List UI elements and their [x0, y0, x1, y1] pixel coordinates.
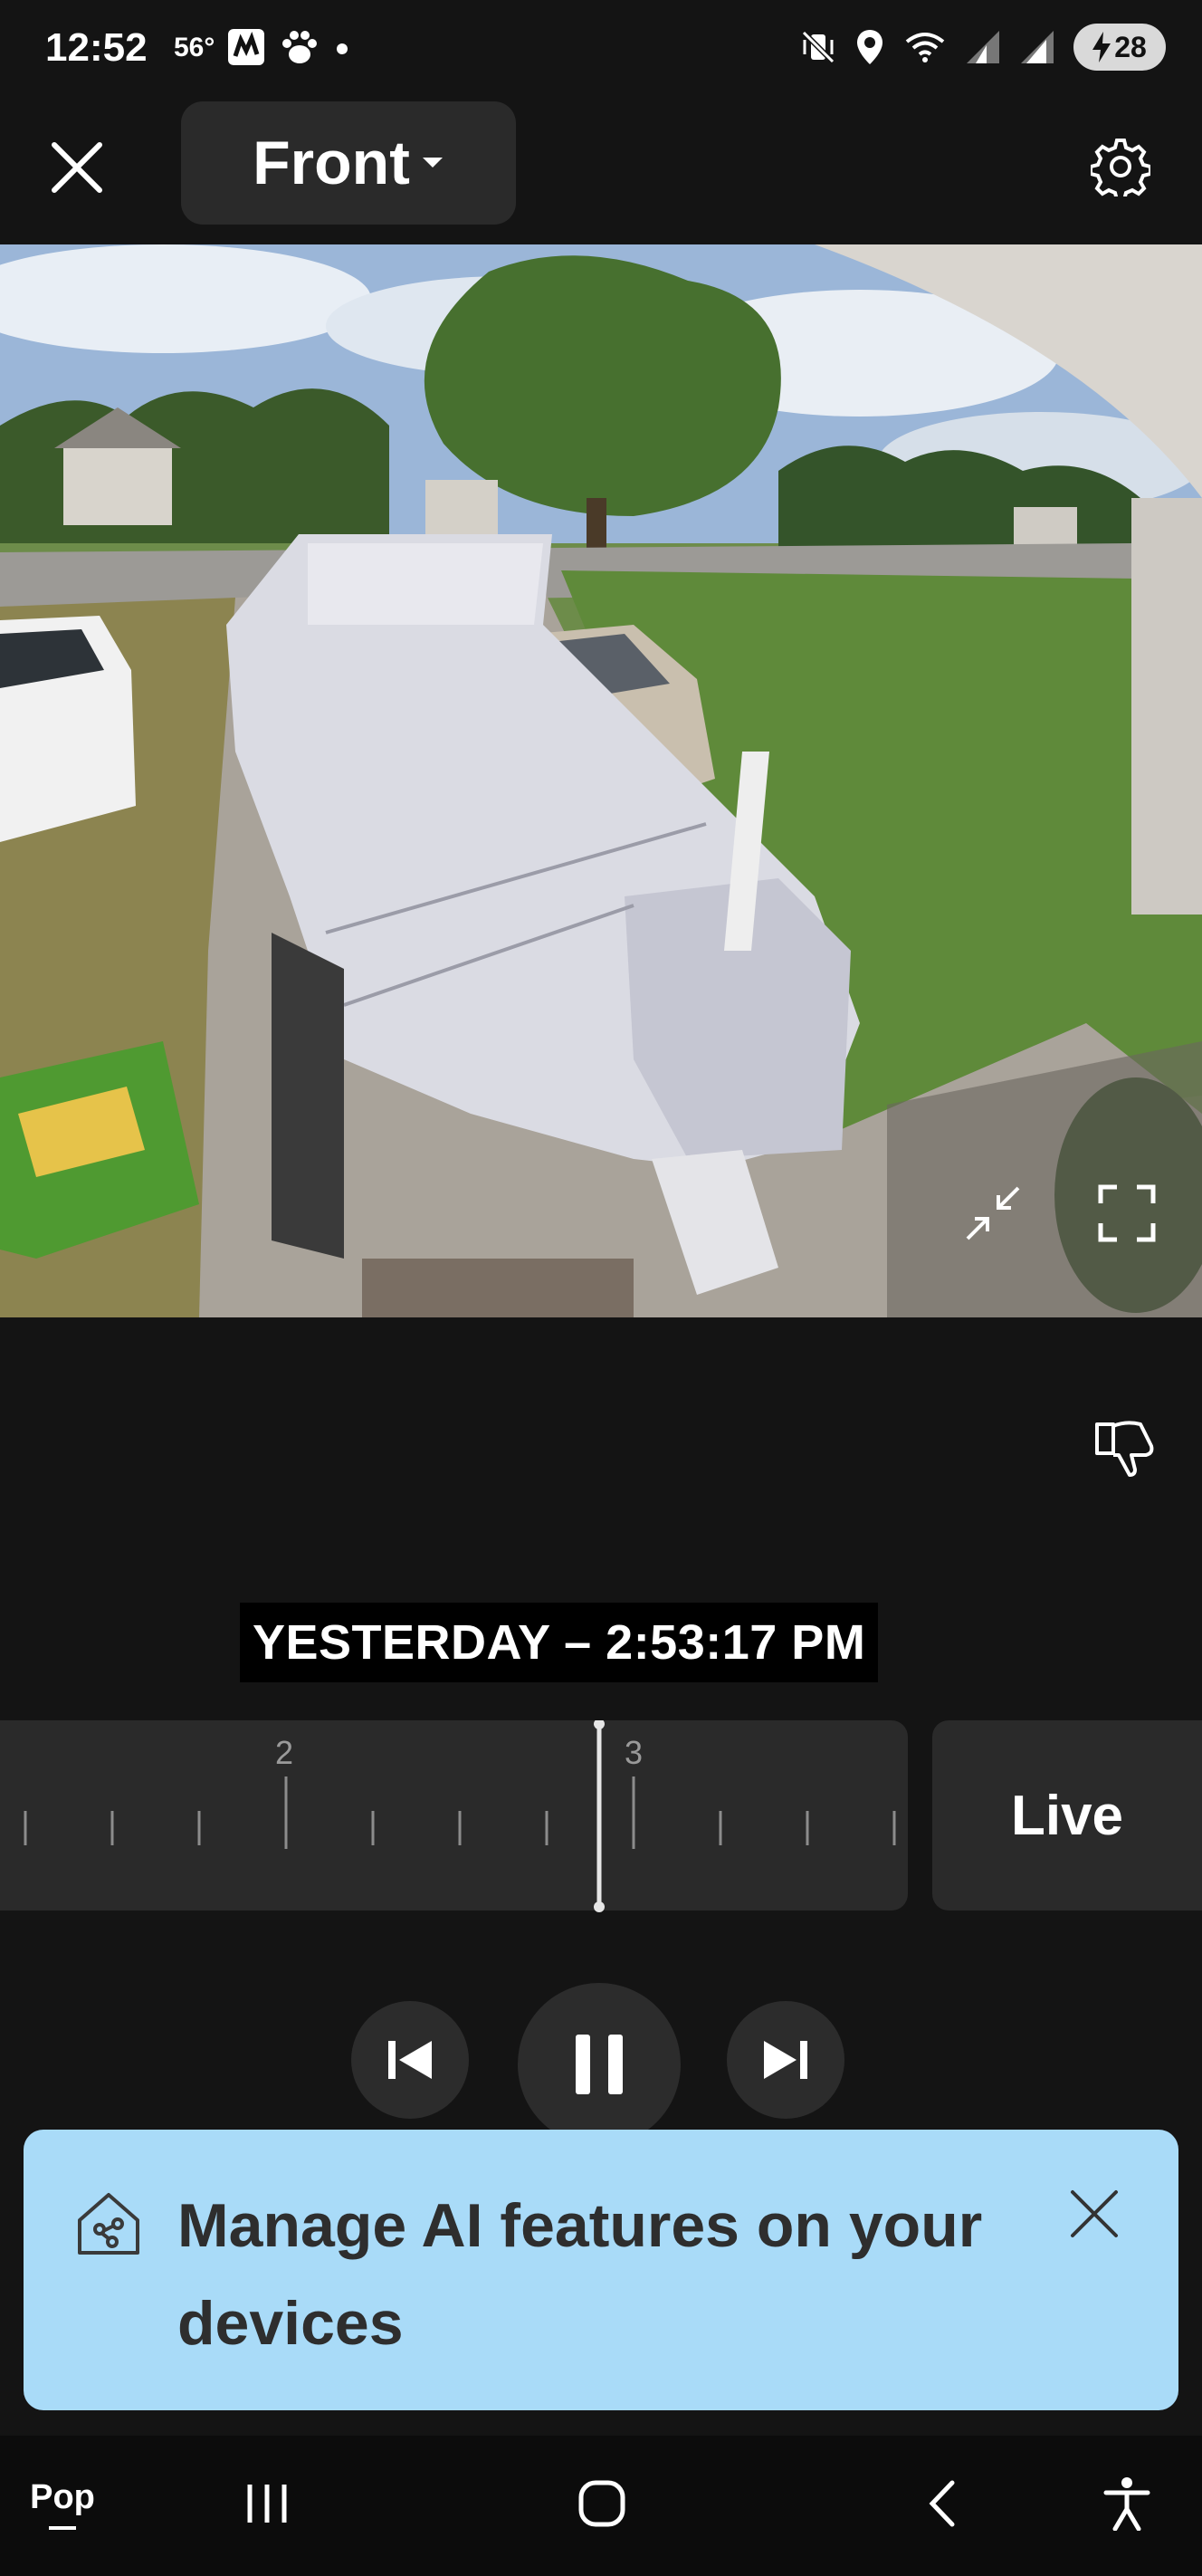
close-button[interactable] — [36, 127, 118, 208]
charging-icon — [1092, 32, 1111, 62]
device-selector-dropdown[interactable]: Front — [181, 101, 516, 225]
recording-timestamp: YESTERDAY – 2:53:17 PM — [240, 1603, 879, 1682]
ai-features-banner[interactable]: Manage AI features on your devices — [24, 2130, 1178, 2410]
feedback-button[interactable] — [1084, 1408, 1166, 1489]
home-button[interactable] — [561, 2463, 643, 2544]
home-icon — [578, 2480, 625, 2527]
collapse-icon — [966, 1186, 1020, 1240]
thumbs-down-icon — [1095, 1421, 1154, 1477]
recents-icon — [247, 2485, 287, 2523]
system-navigation-bar: Pop — [0, 2436, 1202, 2576]
accessibility-button[interactable] — [1086, 2463, 1168, 2544]
timeline-hour-label: 2 — [275, 1734, 293, 1771]
mute-vibrate-icon — [801, 30, 835, 64]
battery-level: 28 — [1114, 30, 1147, 63]
timeline-hour-label: 3 — [625, 1734, 643, 1771]
dot-icon — [337, 43, 348, 54]
close-icon — [52, 142, 102, 193]
settings-button[interactable] — [1075, 121, 1166, 212]
news-icon — [228, 29, 264, 65]
camera-scene-image — [0, 244, 1202, 1317]
accessibility-icon — [1103, 2477, 1150, 2531]
signal-icon — [1021, 31, 1054, 63]
location-icon — [857, 30, 882, 64]
status-right-icons: 28 — [800, 24, 1166, 71]
recents-button[interactable] — [226, 2463, 308, 2544]
device-name: Front — [253, 129, 410, 197]
close-icon — [1071, 2190, 1118, 2237]
pop-label: Pop — [30, 2477, 95, 2516]
ai-home-icon — [72, 2188, 145, 2260]
status-temperature: 56° — [174, 33, 215, 62]
status-bar: 12:52 56° 28 — [0, 0, 1202, 100]
fullscreen-icon — [1098, 1184, 1156, 1242]
skip-next-button[interactable] — [727, 2001, 844, 2119]
top-bar: Front — [0, 100, 1202, 235]
battery-indicator: 28 — [1073, 24, 1166, 71]
pause-button[interactable] — [518, 1983, 681, 2146]
timeline-playhead-top — [594, 1720, 605, 1729]
pop-underline — [49, 2525, 76, 2530]
status-left-icons — [226, 27, 351, 67]
back-button[interactable] — [901, 2463, 982, 2544]
gear-icon — [1091, 139, 1150, 196]
pop-shortcut[interactable]: Pop — [22, 2463, 103, 2544]
fullscreen-button[interactable] — [1091, 1177, 1163, 1250]
live-button[interactable]: Live — [932, 1720, 1202, 1910]
skip-next-icon — [764, 2041, 807, 2079]
caret-down-icon — [422, 158, 443, 168]
paw-icon — [282, 31, 317, 63]
collapse-button[interactable] — [957, 1177, 1029, 1250]
camera-player-screen: 12:52 56° 28 Front YESTERDAY – 2:53:17 P… — [0, 0, 1202, 2576]
timeline-scrubber[interactable]: 2 3 — [0, 1720, 908, 1912]
status-time: 12:52 — [45, 25, 148, 70]
banner-close-button[interactable] — [1054, 2173, 1135, 2255]
pause-icon — [576, 2035, 623, 2094]
back-icon — [929, 2480, 955, 2527]
ai-banner-message: Manage AI features on your devices — [177, 2191, 983, 2358]
skip-previous-button[interactable] — [351, 2001, 469, 2119]
signal-icon — [967, 31, 999, 63]
skip-previous-icon — [388, 2041, 432, 2079]
wifi-icon — [905, 33, 945, 62]
timeline-playhead-bottom — [594, 1901, 605, 1912]
camera-video-feed[interactable] — [0, 244, 1202, 1317]
